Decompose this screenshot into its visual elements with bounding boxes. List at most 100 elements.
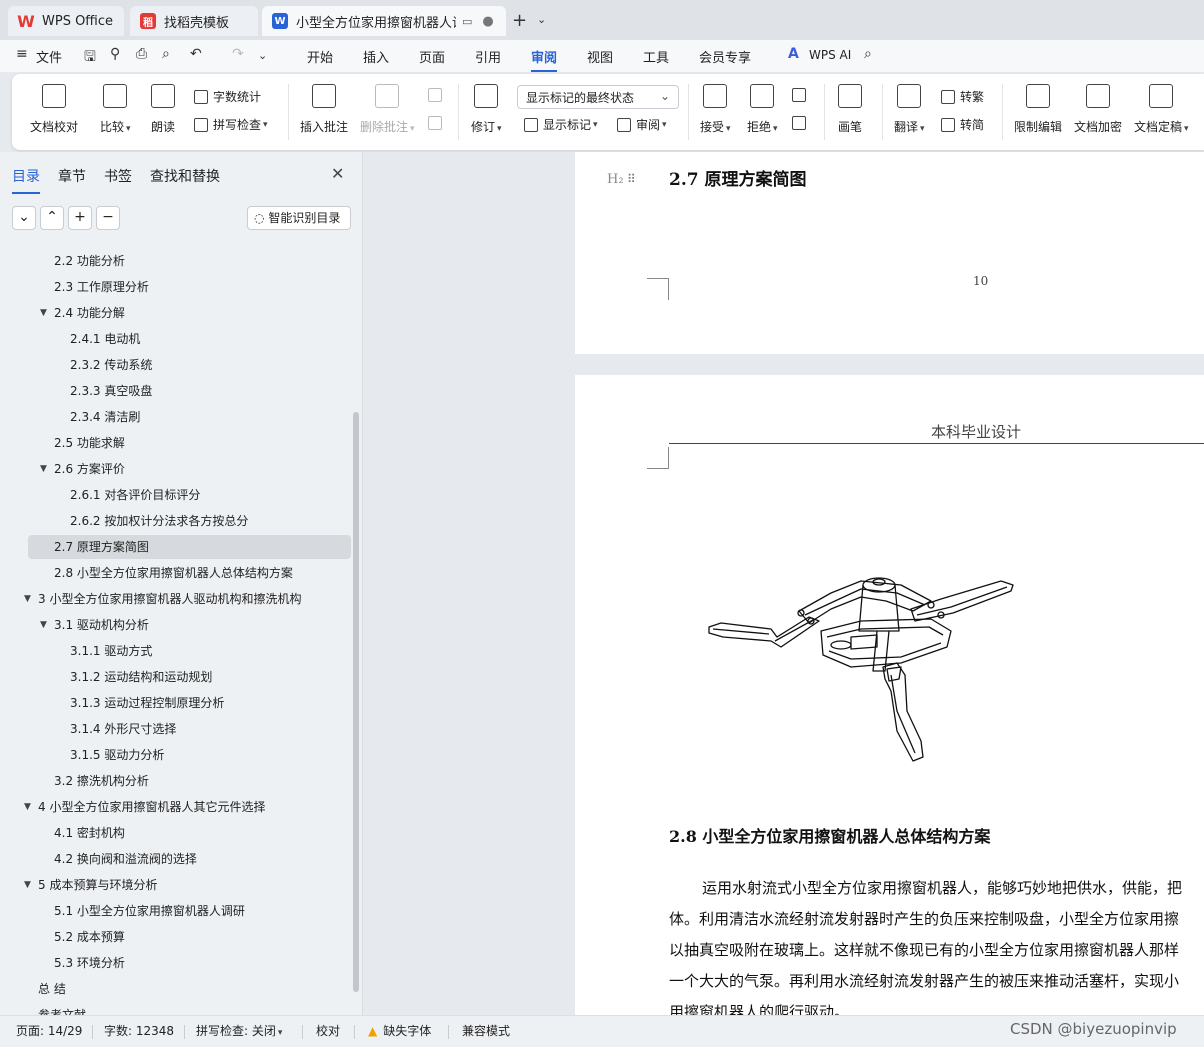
menu-file[interactable]: 文件 bbox=[36, 47, 62, 66]
translate-button[interactable]: 翻译 ▾ bbox=[894, 84, 925, 135]
read-aloud-button[interactable]: 朗读 bbox=[151, 84, 175, 135]
doc-check-button[interactable]: 文档校对 bbox=[30, 84, 78, 135]
toc-item[interactable]: 2.3.4 清洁刷 bbox=[0, 405, 352, 429]
toc-item[interactable]: 4.2 换向阀和溢流阀的选择 bbox=[0, 847, 352, 871]
toc-item[interactable]: 2.6.2 按加权计分法求各方按总分 bbox=[0, 509, 352, 533]
expand-triangle-icon[interactable]: ▼ bbox=[24, 873, 31, 897]
proof-status[interactable]: 校对 bbox=[316, 1022, 340, 1039]
tab-document[interactable]: W 小型全方位家用擦窗机器人设计 ▭ ● bbox=[262, 6, 506, 36]
spell-check-button[interactable]: 拼写检查 ▾ bbox=[194, 116, 268, 133]
unsaved-dot-icon[interactable]: ● bbox=[482, 14, 493, 29]
page-indicator[interactable]: 页面: 14/29 bbox=[16, 1022, 82, 1039]
expand-triangle-icon[interactable]: ▼ bbox=[24, 587, 31, 611]
toc-item[interactable]: ▼ 2.6 方案评价 bbox=[0, 457, 352, 481]
delete-comment-button[interactable]: 删除批注 ▾ bbox=[360, 84, 415, 135]
toc-item[interactable]: 2.3 工作原理分析 bbox=[0, 275, 352, 299]
missing-font-status[interactable]: ▲ 缺失字体 bbox=[368, 1022, 431, 1039]
previous-comment-button[interactable] bbox=[428, 88, 447, 102]
mark-state-select[interactable]: 显示标记的最终状态 ⌄ bbox=[517, 85, 679, 109]
show-marks-button[interactable]: 显示标记 ▾ bbox=[524, 116, 598, 133]
tab-wps-office[interactable]: W WPS Office bbox=[8, 6, 124, 36]
toc-item[interactable]: 3.1.1 驱动方式 bbox=[0, 639, 352, 663]
quick-access-chevron-icon[interactable]: ⌄ bbox=[258, 49, 267, 62]
expand-triangle-icon[interactable]: ▼ bbox=[40, 613, 47, 637]
menu-view[interactable]: 视图 bbox=[587, 47, 613, 66]
toc-item[interactable]: 5.3 环境分析 bbox=[0, 951, 352, 975]
tab-find-replace[interactable]: 查找和替换 bbox=[150, 166, 220, 186]
toc-item[interactable]: 3.1.3 运动过程控制原理分析 bbox=[0, 691, 352, 715]
pen-button[interactable]: 画笔 bbox=[838, 84, 862, 135]
toc-item[interactable]: 4.1 密封机构 bbox=[0, 821, 352, 845]
toc-item[interactable]: 2.7 原理方案简图 bbox=[28, 535, 351, 559]
expand-triangle-icon[interactable]: ▼ bbox=[24, 795, 31, 819]
menu-home[interactable]: 开始 bbox=[307, 47, 333, 66]
redo-icon[interactable]: ↷ bbox=[232, 46, 244, 62]
word-count-button[interactable]: 字数统计 bbox=[194, 88, 261, 105]
toc-item[interactable]: ▼ 4 小型全方位家用擦窗机器人其它元件选择 bbox=[0, 795, 352, 819]
encrypt-button[interactable]: 文档加密 bbox=[1074, 84, 1122, 135]
insert-comment-button[interactable]: 插入批注 bbox=[300, 84, 348, 135]
toc-item[interactable]: 3.1.5 驱动力分析 bbox=[0, 743, 352, 767]
tab-template[interactable]: 稻 找稻壳模板 bbox=[130, 6, 258, 36]
menu-member[interactable]: 会员专享 bbox=[699, 47, 751, 66]
accept-button[interactable]: 接受 ▾ bbox=[700, 84, 731, 135]
expand-triangle-icon[interactable]: ▼ bbox=[40, 301, 47, 325]
scrollbar[interactable] bbox=[353, 412, 359, 992]
undo-icon[interactable]: ↶ bbox=[190, 46, 202, 62]
reject-button[interactable]: 拒绝 ▾ bbox=[747, 84, 778, 135]
hamburger-icon[interactable]: ≡ bbox=[16, 46, 28, 62]
smart-toc-button[interactable]: ◌ 智能识别目录 bbox=[247, 206, 351, 230]
previous-revision-button[interactable] bbox=[792, 88, 811, 102]
toc-item[interactable]: 3.1.4 外形尺寸选择 bbox=[0, 717, 352, 741]
expand-triangle-icon[interactable]: ▼ bbox=[40, 457, 47, 481]
section-heading[interactable]: 2.8 小型全方位家用擦窗机器人总体结构方案 bbox=[669, 823, 990, 847]
next-revision-button[interactable] bbox=[792, 116, 811, 130]
robot-drawing-image[interactable] bbox=[701, 571, 1021, 771]
toc-item[interactable]: 2.3.3 真空吸盘 bbox=[0, 379, 352, 403]
toc-item[interactable]: 5.1 小型全方位家用擦窗机器人调研 bbox=[0, 899, 352, 923]
toc-item[interactable]: 2.4.1 电动机 bbox=[0, 327, 352, 351]
to-simplified-button[interactable]: 转简 bbox=[941, 116, 984, 133]
expand-down-button[interactable]: ⌄ bbox=[12, 206, 36, 230]
print-icon[interactable]: ⎙ bbox=[136, 46, 147, 62]
toc-item[interactable]: 总 结 bbox=[0, 977, 352, 1001]
remove-heading-button[interactable]: − bbox=[96, 206, 120, 230]
new-tab-icon[interactable]: + bbox=[512, 10, 527, 31]
body-paragraph[interactable]: 运用水射流式小型全方位家用擦窗机器人，能够巧妙地把供水，供能，把 体。利用清洁水流… bbox=[669, 873, 1204, 1015]
toc-item[interactable]: ▼ 2.4 功能分解 bbox=[0, 301, 352, 325]
print-preview-icon[interactable]: ⌕ bbox=[162, 46, 170, 62]
revise-button[interactable]: 修订 ▾ bbox=[471, 84, 502, 135]
toc-item[interactable]: 2.6.1 对各评价目标评分 bbox=[0, 483, 352, 507]
toc-item[interactable]: 2.5 功能求解 bbox=[0, 431, 352, 455]
menu-tools[interactable]: 工具 bbox=[643, 47, 669, 66]
toc-item[interactable]: 3.2 擦洗机构分析 bbox=[0, 769, 352, 793]
to-traditional-button[interactable]: 转繁 bbox=[941, 88, 984, 105]
toc-item[interactable]: ▼ 3.1 驱动机构分析 bbox=[0, 613, 352, 637]
menu-insert[interactable]: 插入 bbox=[363, 47, 389, 66]
toc-item[interactable]: 5.2 成本预算 bbox=[0, 925, 352, 949]
add-heading-button[interactable]: + bbox=[68, 206, 92, 230]
page-header[interactable]: 本科毕业设计 bbox=[931, 421, 1021, 442]
toc-item[interactable]: 2.8 小型全方位家用擦窗机器人总体结构方案 bbox=[0, 561, 352, 585]
close-icon[interactable]: ✕ bbox=[331, 164, 344, 183]
save-icon[interactable]: 🖫 bbox=[84, 46, 96, 70]
spell-check-status[interactable]: 拼写检查: 关闭 ▾ bbox=[196, 1022, 282, 1039]
chevron-down-icon[interactable]: ⌄ bbox=[537, 13, 546, 26]
restrict-edit-button[interactable]: 限制编辑 bbox=[1014, 84, 1062, 135]
finalize-button[interactable]: 文档定稿 ▾ bbox=[1134, 84, 1189, 135]
toc-item[interactable]: 2.2 功能分析 bbox=[0, 249, 352, 273]
toc-item[interactable]: ▼ 3 小型全方位家用擦窗机器人驱动机构和擦洗机构 bbox=[0, 587, 352, 611]
menu-reference[interactable]: 引用 bbox=[475, 47, 501, 66]
share-icon[interactable]: ⚲ bbox=[110, 46, 120, 62]
review-pane-button[interactable]: 审阅 ▾ bbox=[617, 116, 667, 133]
menu-review[interactable]: 审阅 bbox=[531, 47, 558, 72]
toc-item[interactable]: 2.3.2 传动系统 bbox=[0, 353, 352, 377]
search-icon[interactable]: ⌕ bbox=[864, 46, 872, 62]
tab-bookmarks[interactable]: 书签 bbox=[104, 166, 132, 186]
compare-button[interactable]: 比较 ▾ bbox=[100, 84, 131, 135]
toc-item[interactable]: 参考文献 bbox=[0, 1003, 352, 1015]
toc-item[interactable]: 3.1.2 运动结构和运动规划 bbox=[0, 665, 352, 689]
word-count-status[interactable]: 字数: 12348 bbox=[104, 1022, 174, 1039]
next-comment-button[interactable] bbox=[428, 116, 447, 130]
collapse-up-button[interactable]: ⌃ bbox=[40, 206, 64, 230]
